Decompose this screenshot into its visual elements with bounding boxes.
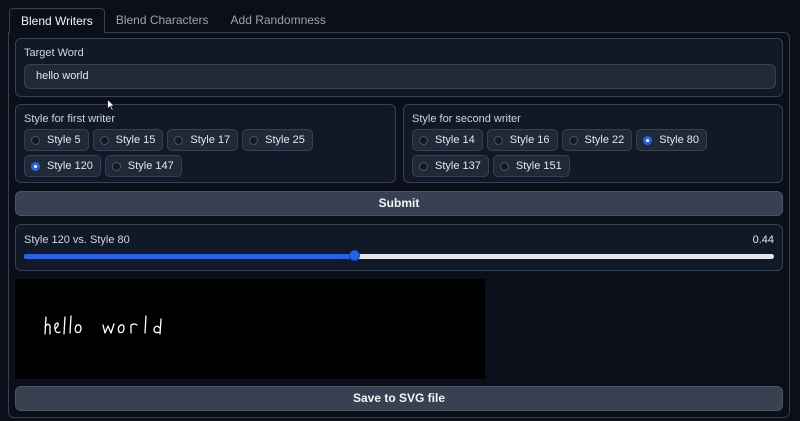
submit-button[interactable]: Submit — [15, 191, 783, 216]
handwriting-output-image — [15, 279, 485, 379]
mouse-cursor-icon — [107, 99, 115, 111]
second-writer-option-label: Style 22 — [584, 134, 625, 146]
radio-selected-icon — [643, 135, 653, 145]
first-writer-option[interactable]: Style 25 — [242, 129, 313, 151]
radio-unselected-icon — [174, 135, 184, 145]
second-writer-option[interactable]: Style 80 — [636, 129, 707, 151]
second-writer-option-label: Style 80 — [659, 134, 699, 146]
tab-add-randomness[interactable]: Add Randomness — [220, 8, 337, 33]
second-writer-option[interactable]: Style 137 — [412, 155, 489, 177]
radio-unselected-icon — [249, 135, 259, 145]
first-writer-option-label: Style 147 — [127, 160, 174, 172]
save-svg-button[interactable]: Save to SVG file — [15, 386, 783, 411]
first-writer-block: Style for first writer Style 5 Style 15 St… — [15, 104, 396, 183]
first-writer-option[interactable]: Style 5 — [24, 129, 89, 151]
radio-selected-icon — [31, 161, 40, 171]
second-writer-option-label: Style 137 — [435, 160, 481, 172]
first-writer-options: Style 5 Style 15 Style 17 Style 25 Style 120… — [24, 129, 387, 177]
radio-unselected-icon — [111, 161, 121, 171]
second-writer-options: Style 14 Style 16 Style 22 Style 80 Style 13… — [412, 129, 774, 177]
handwriting-strokes — [44, 315, 162, 335]
second-writer-label: Style for second writer — [412, 113, 521, 125]
first-writer-option[interactable]: Style 120 — [24, 155, 101, 177]
radio-unselected-icon — [499, 161, 509, 171]
slider-value[interactable]: 0.44 — [753, 234, 774, 246]
second-writer-option[interactable]: Style 16 — [486, 129, 558, 151]
first-writer-label: Style for first writer — [24, 113, 116, 125]
radio-unselected-icon — [419, 135, 428, 145]
radio-unselected-icon — [99, 135, 109, 145]
tab-blend-characters[interactable]: Blend Characters — [105, 8, 220, 33]
tab-blend-writers[interactable]: Blend Writers — [9, 8, 105, 33]
first-writer-option-label: Style 120 — [47, 160, 93, 172]
radio-unselected-icon — [493, 135, 503, 145]
second-writer-option[interactable]: Style 14 — [412, 129, 483, 151]
target-word-label: Target Word — [24, 47, 84, 59]
first-writer-option-label: Style 5 — [47, 134, 81, 146]
slider-fill — [24, 254, 354, 259]
second-writer-block: Style for second writer Style 14 Style 16… — [403, 104, 783, 183]
blend-slider-block: Style 120 vs. Style 80 0.44 — [15, 224, 783, 271]
target-word-block: Target Word hello world — [15, 38, 783, 97]
second-writer-option-label: Style 14 — [435, 134, 475, 146]
target-word-input[interactable]: hello world — [24, 64, 776, 89]
first-writer-option[interactable]: Style 147 — [104, 155, 182, 177]
second-writer-option-label: Style 16 — [509, 134, 550, 146]
first-writer-option-label: Style 15 — [115, 134, 156, 146]
second-writer-option-label: Style 151 — [515, 160, 562, 172]
second-writer-option[interactable]: Style 22 — [561, 129, 633, 151]
radio-unselected-icon — [419, 161, 428, 171]
radio-unselected-icon — [31, 135, 40, 145]
first-writer-option[interactable]: Style 15 — [92, 129, 164, 151]
slider-label: Style 120 vs. Style 80 — [24, 234, 130, 246]
first-writer-option-label: Style 25 — [265, 134, 305, 146]
second-writer-option[interactable]: Style 151 — [492, 155, 570, 177]
slider-track[interactable] — [24, 254, 774, 259]
first-writer-option[interactable]: Style 17 — [167, 129, 239, 151]
radio-unselected-icon — [568, 135, 578, 145]
slider-thumb[interactable] — [349, 250, 360, 261]
tab-bar: Blend Writers Blend Characters Add Rando… — [9, 8, 337, 33]
first-writer-option-label: Style 17 — [190, 134, 231, 146]
